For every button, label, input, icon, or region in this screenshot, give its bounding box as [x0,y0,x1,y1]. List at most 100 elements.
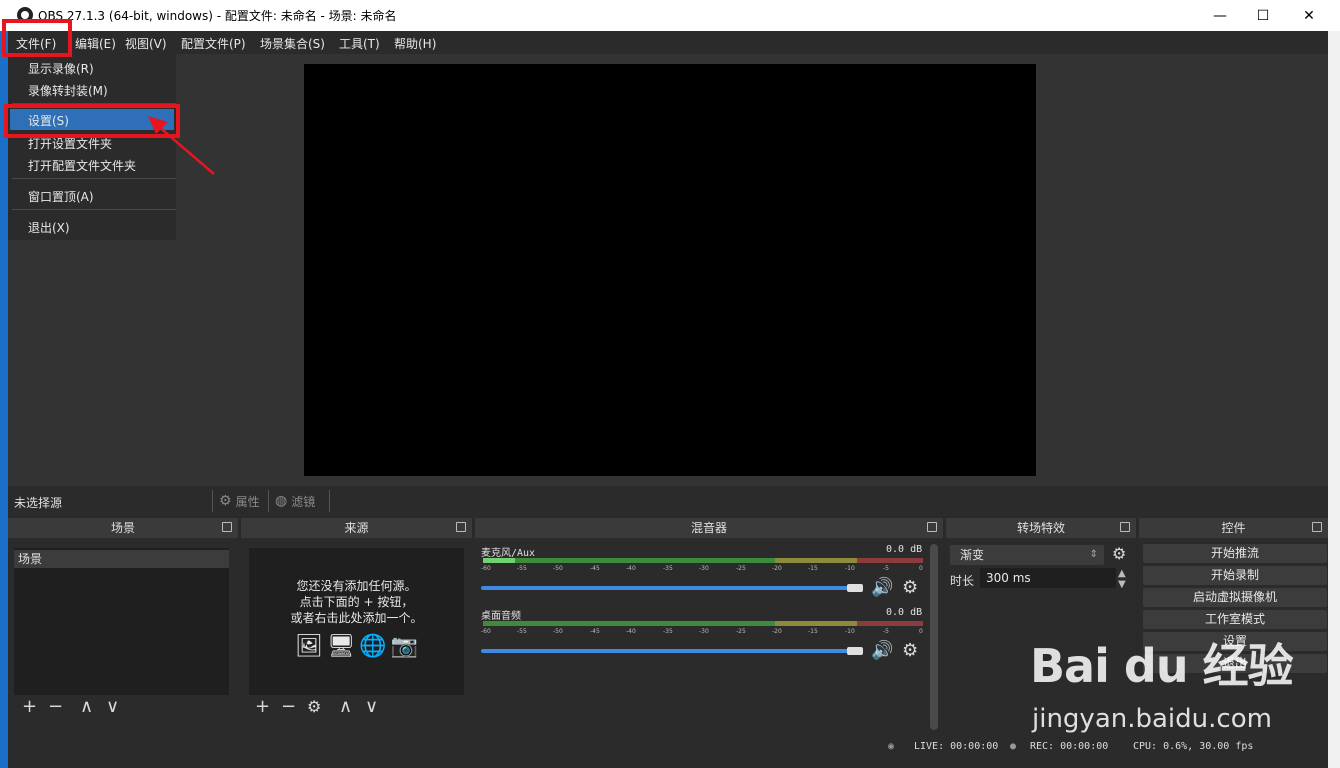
gear-icon[interactable]: ⚙ [902,642,918,660]
annotation-arrow-icon [148,116,215,175]
transition-value: 渐变 [960,548,985,562]
menu-separator [12,209,176,210]
scale-tick: -15 [808,565,818,572]
menu-view[interactable]: 视图(V) [125,35,167,52]
scale-tick: -40 [626,628,636,635]
volume-meter-yellow [775,621,857,626]
empty-hint-line: 或者右击此处添加一个。 [290,611,423,625]
move-down-icon[interactable]: ∨ [365,698,378,716]
menu-help[interactable]: 帮助(H) [394,35,436,52]
scale-tick: -40 [626,565,636,572]
float-icon[interactable] [1312,522,1322,532]
menu-scene-collection[interactable]: 场景集合(S) [260,35,325,52]
mixer-dock-header: 混音器 [475,518,943,538]
display-icon: 🖥 [327,634,356,659]
start-streaming-button[interactable]: 开始推流 [1143,544,1327,563]
globe-icon: 🌐 [359,634,387,659]
preview-canvas[interactable] [304,64,1036,476]
volume-meter-red [857,621,923,626]
speaker-icon[interactable]: 🔊 [871,579,893,597]
scale-tick: -45 [590,628,600,635]
transitions-dock-title: 转场特效 [1016,521,1065,535]
float-icon[interactable] [1120,522,1130,532]
menu-item-always-on-top[interactable]: 窗口置顶(A) [28,188,94,205]
volume-meter-yellow [775,558,857,563]
properties-button[interactable]: ⚙ 属性 [212,490,266,512]
scale-tick: 0 [919,565,923,572]
duration-label: 时长 [950,574,975,588]
scale-tick: -30 [699,565,709,572]
no-source-label: 未选择源 [14,496,63,510]
scale-tick: -35 [663,565,673,572]
minimize-button[interactable]: — [1197,0,1243,31]
mixer-channel-level: 0.0 dB [886,544,923,555]
speaker-icon[interactable]: 🔊 [871,642,893,660]
sources-dock-title: 来源 [344,521,369,535]
start-recording-button[interactable]: 开始录制 [1143,566,1327,585]
scale-tick: -5 [883,628,889,635]
filter-icon: ◍ [275,493,288,509]
controls-dock-header: 控件 [1139,518,1328,538]
stepper-down-icon[interactable]: ▼ [1118,579,1126,590]
volume-slider-handle[interactable] [847,647,863,655]
float-icon[interactable] [222,522,232,532]
scenes-dock-title: 场景 [110,521,135,535]
gear-icon[interactable]: ⚙ [1112,545,1126,563]
watermark-url: jingyan.baidu.com [1032,704,1272,734]
start-virtual-camera-button[interactable]: 启动虚拟摄像机 [1143,588,1327,607]
scale-tick: -50 [553,628,563,635]
mixer-scrollbar[interactable] [930,544,938,730]
float-icon[interactable] [927,522,937,532]
menu-tools[interactable]: 工具(T) [339,35,380,52]
maximize-button[interactable]: ☐ [1240,0,1286,31]
scale-tick: -30 [699,628,709,635]
transition-select[interactable]: 渐变 ⇕ [950,545,1104,565]
scale-tick: -25 [736,628,746,635]
mixer-channel-name: 桌面音频 [481,611,521,622]
menu-item-remux-recordings[interactable]: 录像转封装(M) [28,82,108,99]
menu-item-open-profile-folder[interactable]: 打开配置文件文件夹 [28,157,136,174]
filters-button[interactable]: ◍ 滤镜 [268,490,321,512]
background-window-edge [1328,31,1340,768]
spinner-icon: ⇕ [1089,549,1098,560]
window-border-left [0,31,8,768]
meter-scale-ch2: -60 -55 -50 -45 -40 -35 -30 -25 -20 -15 … [481,628,925,636]
volume-slider[interactable] [481,649,851,653]
menu-item-show-recordings[interactable]: 显示录像(R) [28,60,94,77]
scale-tick: -60 [481,565,491,572]
move-up-icon[interactable]: ∧ [339,698,352,716]
remove-icon[interactable]: − [281,698,296,716]
move-down-icon[interactable]: ∨ [106,698,119,716]
scale-tick: -10 [845,565,855,572]
volume-meter-peak [483,558,515,563]
mixer-dock-title: 混音器 [690,521,727,535]
scale-tick: -50 [553,565,563,572]
duration-input[interactable]: 300 ms [980,568,1116,588]
properties-label: 属性 [235,494,260,509]
mixer-dock: 混音器 麦克风/Aux 0.0 dB -60 -55 -50 -45 -40 -… [475,518,943,736]
mixer-channel-level: 0.0 dB [886,607,923,618]
menu-profile[interactable]: 配置文件(P) [181,35,246,52]
gear-icon[interactable]: ⚙ [902,579,918,597]
scale-tick: -10 [845,628,855,635]
gear-icon[interactable]: ⚙ [307,698,321,716]
meter-scale-ch1: -60 -55 -50 -45 -40 -35 -30 -25 -20 -15 … [481,565,925,573]
menu-edit[interactable]: 编辑(E) [75,35,116,52]
add-icon[interactable]: + [22,698,37,716]
scale-tick: -35 [663,628,673,635]
record-dot-icon: ● [1010,741,1017,752]
sources-list[interactable]: 您还没有添加任何源。 点击下面的 + 按钮， 或者右击此处添加一个。 🖼 🖥 🌐… [249,548,464,695]
add-icon[interactable]: + [255,698,270,716]
scale-tick: 0 [919,628,923,635]
sources-dock-header: 来源 [241,518,472,538]
title-bar: OBS 27.1.3 (64-bit, windows) - 配置文件: 未命名… [0,0,1340,31]
list-item[interactable]: 场景 [14,550,229,568]
stepper-up-icon[interactable]: ▲ [1118,568,1126,579]
remove-icon[interactable]: − [48,698,63,716]
volume-slider-handle[interactable] [847,584,863,592]
float-icon[interactable] [456,522,466,532]
close-button[interactable]: ✕ [1286,0,1332,31]
menu-item-exit[interactable]: 退出(X) [28,219,70,236]
volume-slider[interactable] [481,586,851,590]
move-up-icon[interactable]: ∧ [80,698,93,716]
